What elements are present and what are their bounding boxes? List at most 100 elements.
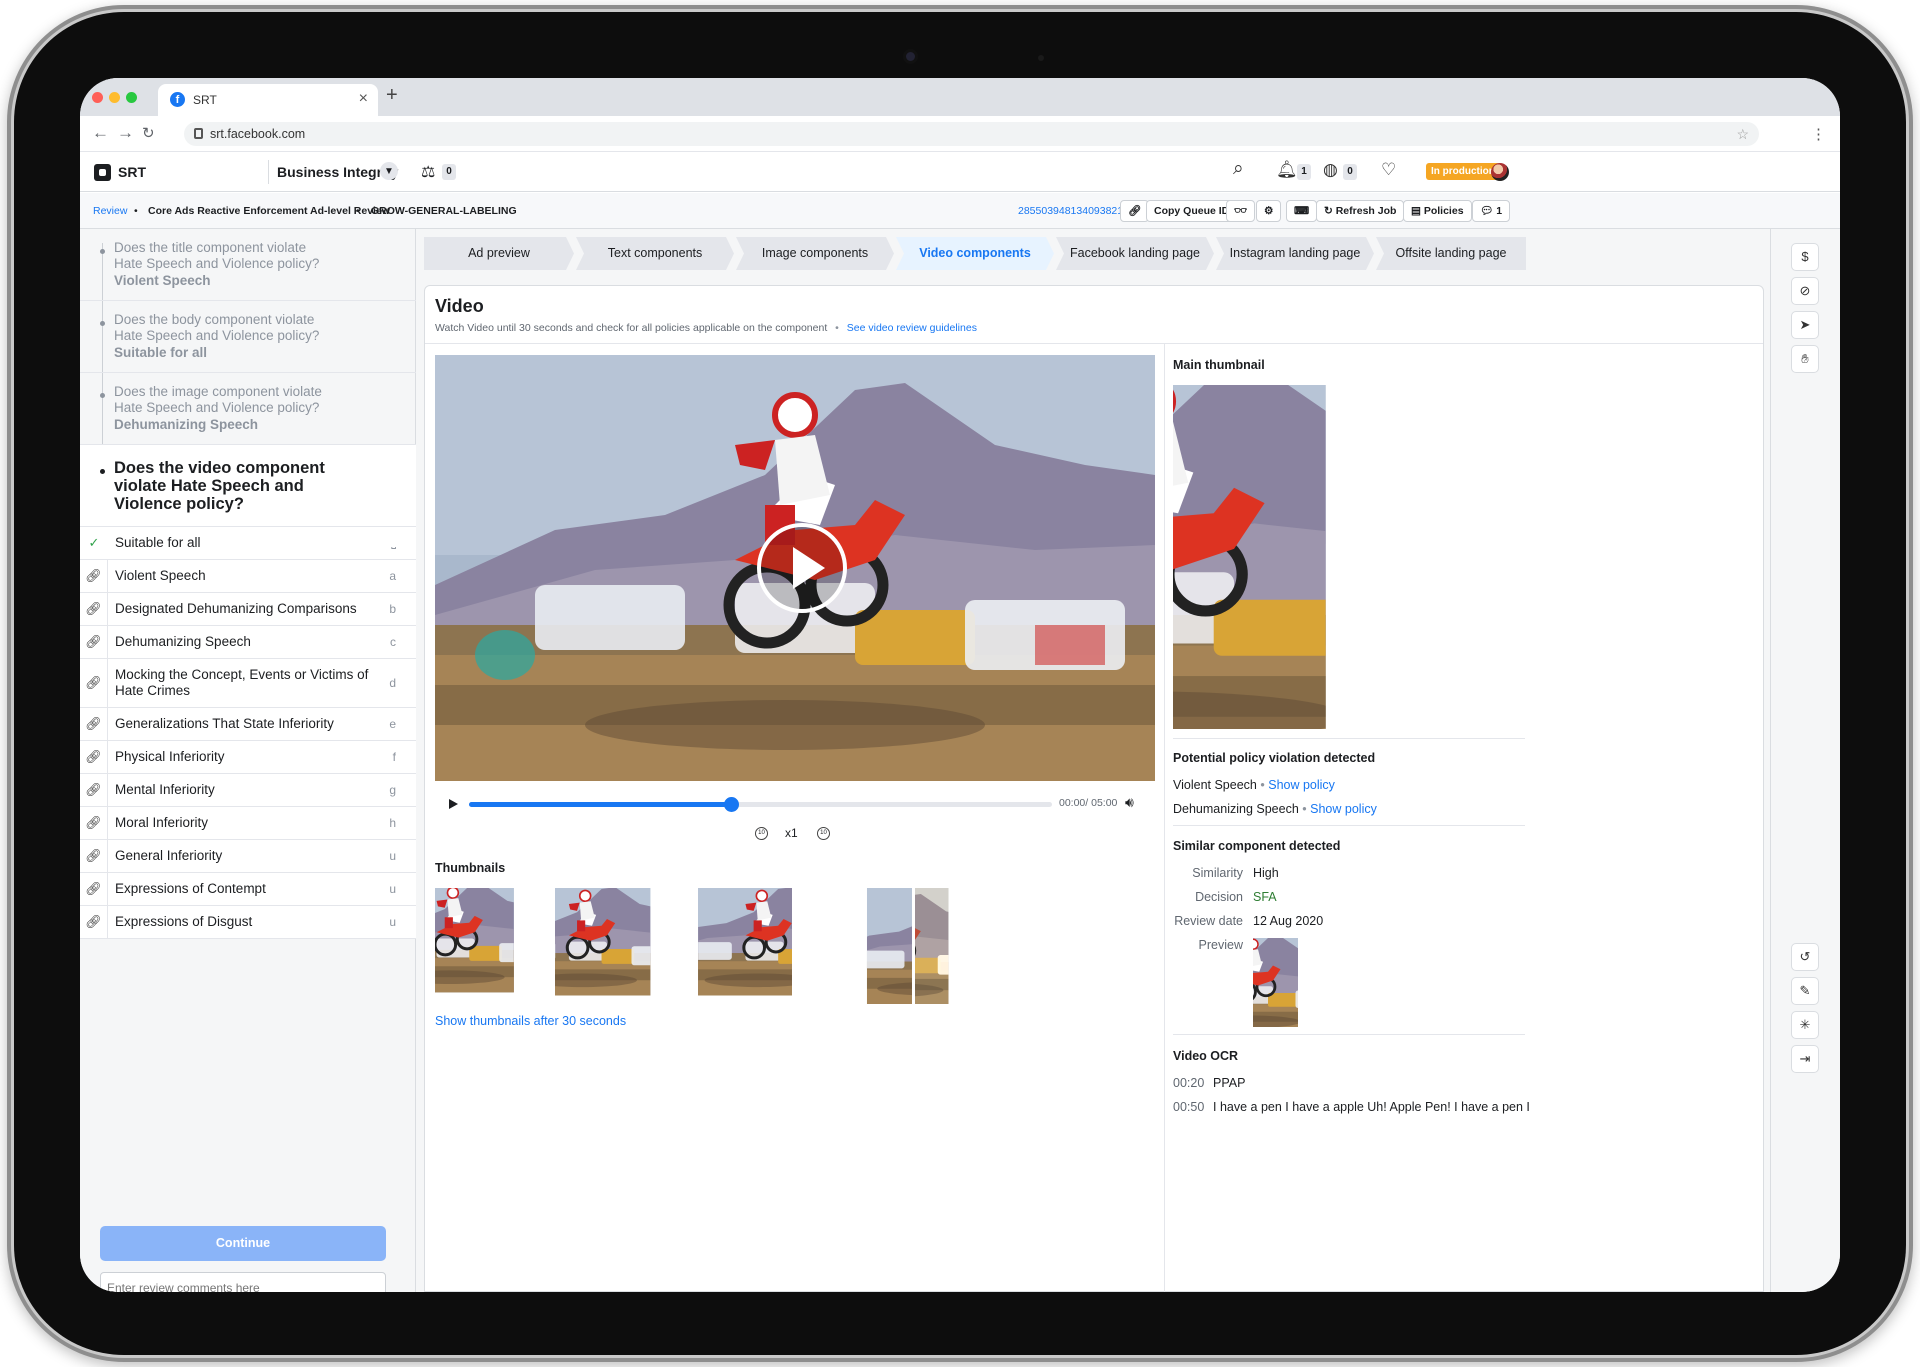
- thumbnail[interactable]: [795, 888, 912, 1004]
- pen-icon[interactable]: ✎: [1791, 977, 1819, 1005]
- bell-icon[interactable]: 🔔︎: [1276, 160, 1298, 180]
- answered-question[interactable]: Does the title component violate Hate Sp…: [80, 229, 416, 301]
- ocr-text: I have a pen I have a apple Uh! Apple Pe…: [1213, 1100, 1530, 1114]
- subtitle-separator: •: [835, 322, 839, 334]
- reload-icon[interactable]: ↻: [142, 124, 155, 142]
- similar-preview-image[interactable]: [1253, 938, 1343, 1027]
- tab-image-components[interactable]: Image components: [736, 237, 894, 270]
- job-id-link[interactable]: 285503948134093821: [1018, 205, 1123, 217]
- srt-logo-icon[interactable]: [94, 164, 111, 181]
- similarity-label: Similarity: [1192, 866, 1243, 880]
- tab-ad-preview[interactable]: Ad preview: [424, 237, 574, 270]
- back-icon[interactable]: ←: [92, 123, 109, 143]
- show-thumbnails-link[interactable]: Show thumbnails after 30 seconds: [435, 1014, 626, 1028]
- answered-question[interactable]: Does the body component violate Hate Spe…: [80, 301, 416, 373]
- volume-icon[interactable]: 🔊︎: [1125, 794, 1134, 811]
- send-icon[interactable]: ➤: [1791, 311, 1819, 339]
- url-text: srt.facebook.com: [210, 127, 306, 141]
- answer-option[interactable]: 🔗︎ Violent Speech a: [80, 560, 416, 593]
- keyboard-icon[interactable]: ⌨: [1286, 200, 1318, 222]
- tab-facebook-landing-page[interactable]: Facebook landing page: [1056, 237, 1214, 270]
- answer-option-label: General Inferiority: [115, 848, 223, 863]
- thumbnail[interactable]: [1035, 888, 1152, 1004]
- answer-option[interactable]: 🔗︎ General Inferiority u: [80, 840, 416, 873]
- zoom-window-button[interactable]: [126, 92, 137, 103]
- answer-option[interactable]: 🔗︎ Moral Inferiority h: [80, 807, 416, 840]
- scale-icon[interactable]: ⚖: [421, 162, 435, 182]
- playback-controls: 10 x1 10: [755, 826, 865, 846]
- progress-slider[interactable]: [469, 797, 1052, 812]
- video-player[interactable]: [435, 355, 1155, 781]
- new-tab-button[interactable]: +: [386, 84, 398, 107]
- thumbnail[interactable]: [915, 888, 1032, 1004]
- forward-10-icon[interactable]: 10: [817, 827, 830, 840]
- bug-icon[interactable]: ⚙: [1256, 200, 1282, 222]
- shortcut-key: g: [389, 783, 396, 797]
- answer-option[interactable]: 🔗︎ Expressions of Disgust u: [80, 906, 416, 939]
- tab-instagram-landing-page[interactable]: Instagram landing page: [1216, 237, 1374, 270]
- avatar[interactable]: [1491, 163, 1509, 181]
- continue-button[interactable]: Continue: [100, 1226, 386, 1261]
- no-symbol-icon[interactable]: ⊘: [1791, 277, 1819, 305]
- refresh-job-button[interactable]: ↻ Refresh Job: [1316, 200, 1405, 222]
- video-time: 00:00/ 05:00: [1059, 797, 1118, 809]
- thumbnail[interactable]: [435, 888, 552, 1004]
- video-card: Video Watch Video until 30 seconds and c…: [424, 285, 1764, 1292]
- shortcut-key: b: [389, 602, 396, 616]
- video-guidelines-link[interactable]: See video review guidelines: [847, 322, 977, 334]
- copy-link-button[interactable]: 🔗︎: [1120, 200, 1150, 222]
- chevron-down-icon[interactable]: ▼: [380, 162, 398, 180]
- answer-option[interactable]: 🔗︎ Generalizations That State Inferiority…: [80, 708, 416, 741]
- url-input[interactable]: srt.facebook.com ☆: [184, 122, 1759, 146]
- answer-option[interactable]: 🔗︎ Mocking the Concept, Events or Victims…: [80, 659, 416, 708]
- comments-button[interactable]: 💬︎ 1: [1472, 200, 1511, 222]
- minimize-window-button[interactable]: [109, 92, 120, 103]
- tab-offsite-landing-page[interactable]: Offsite landing page: [1376, 237, 1526, 270]
- playback-speed[interactable]: x1: [785, 826, 798, 840]
- heart-icon[interactable]: ♡: [1381, 160, 1396, 180]
- breadcrumb-queue: Core Ads Reactive Enforcement Ad-level R…: [148, 205, 390, 217]
- answer-option[interactable]: 🔗︎ Designated Dehumanizing Comparisons b: [80, 593, 416, 626]
- thumbnail[interactable]: [675, 888, 792, 1004]
- tab-video-components[interactable]: Video components: [896, 237, 1054, 270]
- bug-icon[interactable]: ✳: [1791, 1011, 1819, 1039]
- browser-tab[interactable]: f SRT ×: [158, 84, 378, 116]
- browser-menu-icon[interactable]: ⋮: [1811, 125, 1826, 143]
- play-button[interactable]: [449, 799, 458, 809]
- tab-text-components[interactable]: Text components: [576, 237, 734, 270]
- close-window-button[interactable]: [92, 92, 103, 103]
- rewind-10-icon[interactable]: 10: [755, 827, 768, 840]
- progress-handle[interactable]: [724, 797, 740, 812]
- thumbnail[interactable]: [555, 888, 672, 1004]
- answer-option[interactable]: ✓ Suitable for all ⎵: [80, 527, 416, 560]
- show-policy-link[interactable]: Show policy: [1268, 778, 1335, 792]
- search-icon[interactable]: ⌕: [1233, 158, 1244, 180]
- answer-option[interactable]: 🔗︎ Physical Inferiority f: [80, 741, 416, 774]
- show-policy-link[interactable]: Show policy: [1310, 802, 1377, 816]
- history-icon[interactable]: ↺: [1791, 943, 1819, 971]
- play-icon[interactable]: [757, 523, 847, 613]
- globe-icon[interactable]: ◍: [1323, 160, 1338, 180]
- link-icon: 🔗︎: [80, 741, 108, 773]
- review-comments-field[interactable]: [100, 1272, 386, 1292]
- copy-queue-id-button[interactable]: Copy Queue ID: [1146, 200, 1238, 222]
- breadcrumb-label: GROW-GENERAL-LABELING: [371, 205, 517, 217]
- answer-option[interactable]: 🔗︎ Expressions of Contempt u: [80, 873, 416, 906]
- main-thumbnail[interactable]: [1173, 385, 1519, 729]
- dollar-icon[interactable]: $: [1791, 243, 1819, 271]
- camera-icon: [906, 52, 915, 61]
- breadcrumb-review[interactable]: Review: [93, 205, 127, 217]
- bookmark-star-icon[interactable]: ☆: [1736, 122, 1749, 146]
- policies-button[interactable]: ▤ Policies: [1403, 200, 1472, 222]
- answered-question[interactable]: Does the image component violate Hate Sp…: [80, 373, 416, 445]
- hand-icon[interactable]: ✋︎: [1791, 345, 1819, 373]
- exit-icon[interactable]: ⇥: [1791, 1045, 1819, 1073]
- answer-option[interactable]: 🔗︎ Dehumanizing Speech c: [80, 626, 416, 659]
- forward-icon[interactable]: →: [117, 123, 134, 143]
- glasses-icon[interactable]: 👓︎: [1226, 200, 1256, 222]
- ocr-timestamp: 00:20: [1173, 1076, 1205, 1090]
- answer-option[interactable]: 🔗︎ Mental Inferiority g: [80, 774, 416, 807]
- divider: [1173, 738, 1525, 739]
- tab-close-icon[interactable]: ×: [359, 90, 368, 108]
- answer-option-label: Suitable for all: [115, 535, 201, 550]
